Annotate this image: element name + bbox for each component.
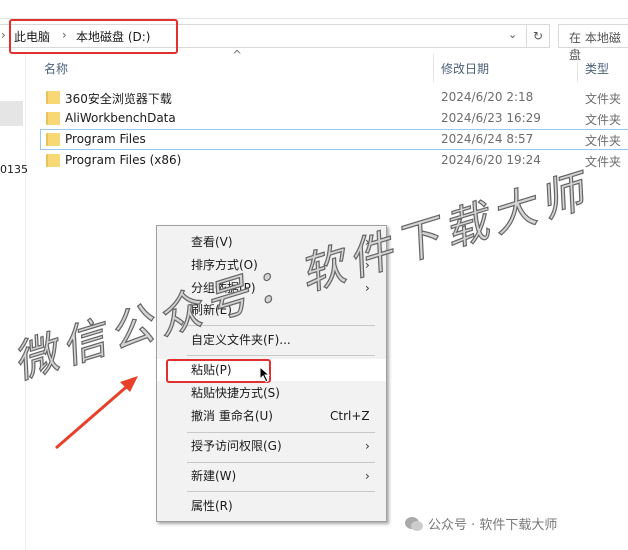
file-date: 2024/6/20 2:18 bbox=[441, 90, 534, 104]
search-input[interactable]: 在 本地磁盘 bbox=[558, 24, 628, 62]
file-date: 2024/6/23 16:29 bbox=[441, 111, 541, 125]
menu-item-properties[interactable]: 属性(R) bbox=[157, 495, 386, 517]
menu-separator bbox=[187, 432, 375, 433]
folder-icon bbox=[46, 91, 60, 104]
file-type: 文件夹 bbox=[585, 113, 622, 127]
wechat-icon bbox=[405, 517, 423, 531]
folder-icon bbox=[46, 154, 60, 167]
file-name: 360安全浏览器下载 bbox=[65, 92, 172, 106]
menu-separator bbox=[187, 355, 375, 356]
highlight-box-paste bbox=[166, 359, 271, 383]
file-row[interactable]: AliWorkbenchData 2024/6/23 16:29 文件夹 bbox=[40, 108, 628, 129]
chevron-right-icon: › bbox=[365, 469, 370, 483]
mouse-cursor-icon bbox=[259, 366, 271, 383]
chevron-right-icon: › bbox=[365, 439, 370, 453]
shortcut-label: Ctrl+Z bbox=[330, 409, 370, 423]
refresh-button[interactable]: ↻ bbox=[526, 24, 550, 48]
folder-icon bbox=[46, 133, 60, 146]
file-date: 2024/6/20 19:24 bbox=[441, 153, 541, 167]
chevron-right-icon: › bbox=[1, 28, 6, 42]
navigation-pane[interactable] bbox=[0, 54, 26, 550]
file-type: 文件夹 bbox=[585, 134, 622, 148]
column-divider[interactable] bbox=[433, 54, 434, 82]
file-date: 2024/6/24 8:57 bbox=[441, 132, 534, 146]
file-row-focused[interactable]: Program Files 2024/6/24 8:57 文件夹 bbox=[40, 129, 628, 150]
column-divider[interactable] bbox=[577, 54, 578, 82]
menu-item-give-access[interactable]: 授予访问权限(G) › bbox=[157, 435, 386, 457]
file-name: Program Files bbox=[65, 132, 146, 146]
sort-ascending-icon: ^ bbox=[232, 48, 243, 62]
credit-text: 公众号 · 软件下载大师 bbox=[428, 518, 558, 533]
file-type: 文件夹 bbox=[585, 92, 622, 106]
nav-item-text[interactable]: 0135 bbox=[0, 163, 28, 176]
column-header-date[interactable]: 修改日期 bbox=[441, 60, 489, 77]
highlight-box-breadcrumb bbox=[9, 19, 178, 54]
red-arrow-annotation bbox=[55, 376, 138, 450]
chevron-down-icon[interactable]: ⌄ bbox=[508, 28, 517, 41]
file-row[interactable]: 360安全浏览器下载 2024/6/20 2:18 文件夹 bbox=[40, 87, 628, 108]
file-name: AliWorkbenchData bbox=[65, 111, 176, 125]
menu-item-new[interactable]: 新建(W) › bbox=[157, 465, 386, 487]
column-header-name[interactable]: 名称 bbox=[44, 60, 68, 77]
file-name: Program Files (x86) bbox=[65, 153, 182, 167]
column-header-type[interactable]: 类型 bbox=[585, 60, 609, 77]
menu-item-undo-rename[interactable]: 撤消 重命名(U) Ctrl+Z bbox=[157, 405, 386, 427]
menu-separator bbox=[187, 491, 375, 492]
menu-separator bbox=[187, 462, 375, 463]
file-type: 文件夹 bbox=[585, 155, 622, 169]
folder-icon bbox=[46, 112, 60, 125]
nav-selected-item[interactable] bbox=[0, 101, 23, 126]
menu-item-paste-shortcut[interactable]: 粘贴快捷方式(S) bbox=[157, 382, 386, 404]
